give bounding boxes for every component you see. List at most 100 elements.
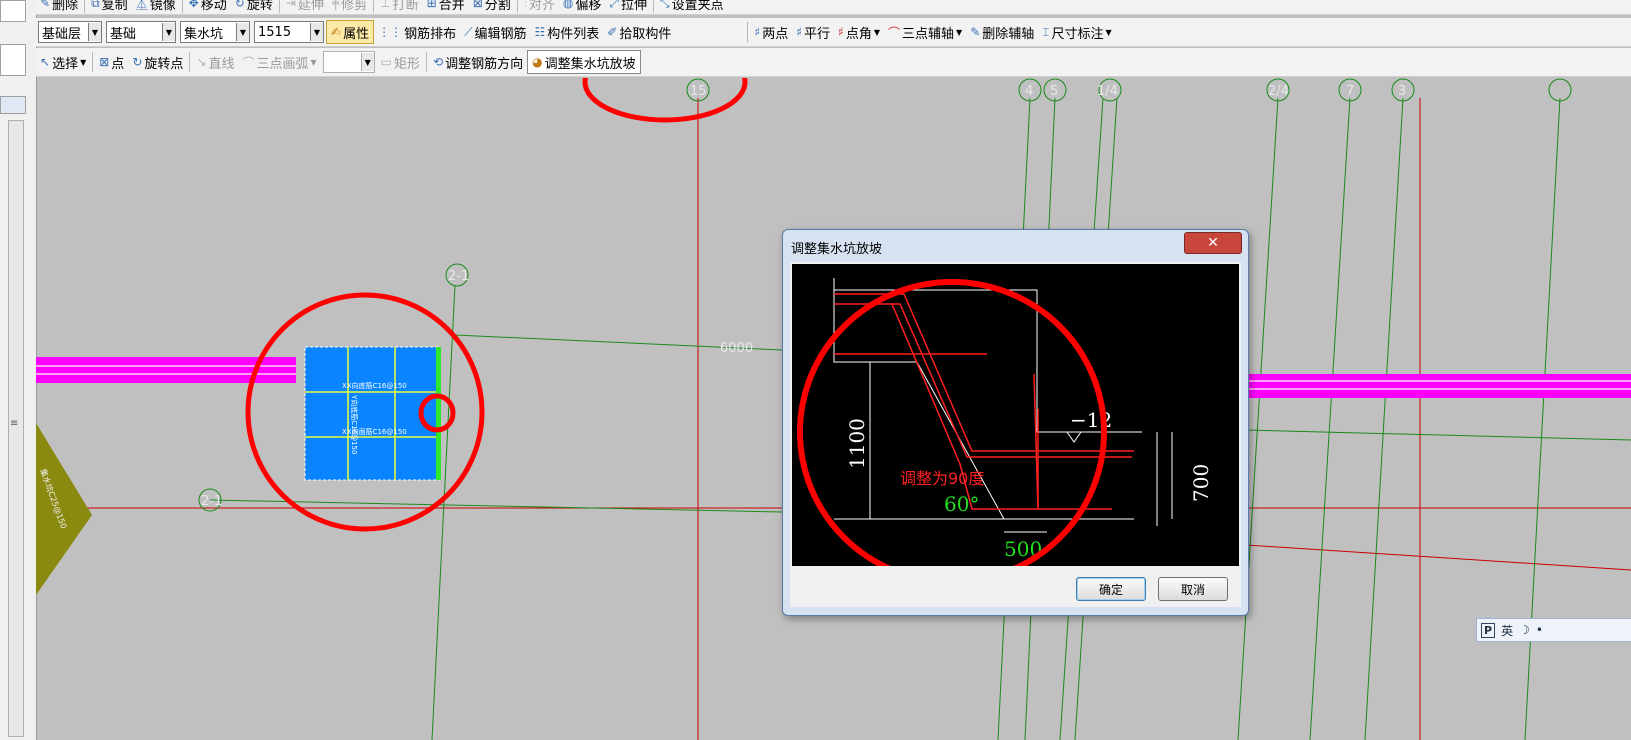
adjust-rebar-icon: ⟲ xyxy=(433,55,444,69)
rotate-point-icon: ↻ xyxy=(132,55,143,69)
rotate-button[interactable]: ↻ 旋转 xyxy=(231,0,277,14)
copy-button[interactable]: ⧉ 复制 xyxy=(87,0,132,14)
floor-combo[interactable]: 基础层 ▼ xyxy=(38,21,102,43)
draw-toolbar: ↖ 选择 ▼ ⊠ 点 ↻ 旋转点 ↘ 直线 ⌒ 三点画弧 ▼ ▼ ▭ 矩形 ⟲ 调整钢筋方向 ◕ 调… xyxy=(36,48,1631,77)
dimension-label: 6000 xyxy=(720,341,753,356)
type-combo[interactable]: 集水坑 ▼ xyxy=(180,21,250,43)
footing-shape xyxy=(36,423,92,595)
mirror-button[interactable]: ⏅ 镜像 xyxy=(132,0,180,14)
adjust-pit-slope-button[interactable]: ◕ 调整集水坑放坡 xyxy=(527,50,641,74)
move-icon: ✥ xyxy=(188,0,199,10)
stretch-button[interactable]: ⤢ 拉伸 xyxy=(605,0,651,14)
angle-60: 60° xyxy=(944,492,979,516)
mirror-icon: ⏅ xyxy=(135,0,148,11)
axis-label: 3 xyxy=(1398,84,1406,99)
component-toolbar: 基础层 ▼ 基础 ▼ 集水坑 ▼ 1515 ▼ ✍ 属性 ⋮⋮ 钢筋排布 ⟋ 编辑钢筋 ☷ 构件… xyxy=(36,18,1631,47)
rect-button[interactable]: ▭ 矩形 xyxy=(377,51,424,73)
rotate-point-button[interactable]: ↻ 旋转点 xyxy=(128,51,187,73)
axis-label: 2-1 xyxy=(201,494,222,509)
merge-icon: ⊞ xyxy=(426,0,437,10)
toolbar-separator xyxy=(426,52,428,72)
dimension-button[interactable]: ⌶ 尺寸标注 ▼ xyxy=(1038,21,1115,43)
chevron-down-icon: ▼ xyxy=(1105,27,1112,37)
axis-label: 2/4 xyxy=(1268,84,1289,99)
rebar-layout-button[interactable]: ⋮⋮ 钢筋排布 xyxy=(374,21,460,43)
axis-label: 1/4 xyxy=(1097,84,1118,99)
delete-aux-icon: ✎ xyxy=(970,25,981,39)
pick-component-button[interactable]: ✐ 拾取构件 xyxy=(603,21,675,43)
trim-button[interactable]: ╪ 修剪 xyxy=(328,0,371,14)
left-panel-tab-3[interactable] xyxy=(0,96,26,114)
rect-icon: ▭ xyxy=(380,55,392,69)
ime-status-bar[interactable]: P 英 ☽ • xyxy=(1476,618,1631,642)
align-button[interactable]: ⫶ 对齐 xyxy=(520,0,559,14)
axis-label: 5 xyxy=(1050,84,1058,99)
extend-button[interactable]: ⇥ 延伸 xyxy=(282,0,328,14)
delete-button[interactable]: ✎ 删除 xyxy=(36,0,82,14)
toolbar-separator xyxy=(747,22,749,42)
dot-icon[interactable]: • xyxy=(1536,623,1543,637)
set-grip-button[interactable]: ⤡ 设置夹点 xyxy=(656,0,728,14)
two-point-icon: ♯ xyxy=(754,25,761,39)
copy-icon: ⧉ xyxy=(91,0,100,10)
toolbar-separator xyxy=(373,0,375,13)
splitter-grip-icon[interactable]: ≡ xyxy=(10,418,18,429)
align-icon: ⫶ xyxy=(523,0,527,10)
adjust-note: 调整为90度 xyxy=(900,469,984,488)
merge-button[interactable]: ⊞ 合并 xyxy=(423,0,469,14)
cursor-icon: ↖ xyxy=(40,55,51,69)
toolbar-separator xyxy=(189,52,191,72)
dim-1100: 1100 xyxy=(845,418,869,469)
adjust-slope-icon: ◕ xyxy=(532,55,543,69)
left-panel-tab[interactable] xyxy=(0,0,26,22)
moon-icon[interactable]: ☽ xyxy=(1519,623,1530,637)
close-button[interactable]: ✕ xyxy=(1184,232,1242,254)
move-button[interactable]: ✥ 移动 xyxy=(185,0,231,14)
dimension-icon: ⌶ xyxy=(1042,24,1050,39)
pit-rebar-text: XX向底筋C16@150 xyxy=(342,381,407,390)
parallel-icon: ♯ xyxy=(796,25,803,39)
chevron-down-icon: ▼ xyxy=(956,27,963,37)
split-button[interactable]: ⊠ 分割 xyxy=(469,0,515,14)
pick-icon: ✐ xyxy=(607,25,618,39)
pit-rebar-text: Y向底筋C16@150 xyxy=(350,394,359,454)
point-button[interactable]: ⊠ 点 xyxy=(95,51,128,73)
properties-button[interactable]: ✍ 属性 xyxy=(326,20,375,44)
dialog-body: 1100 −12 700 调整为90度 60° 500 确定 取消 xyxy=(790,262,1241,607)
point-angle-aux-button[interactable]: ♯ 点角 ▼ xyxy=(834,21,884,43)
category-combo[interactable]: 基础 ▼ xyxy=(106,21,176,43)
axis-label: 2-1 xyxy=(448,269,469,284)
cancel-button[interactable]: 取消 xyxy=(1158,577,1228,601)
break-button[interactable]: ⊥ 打断 xyxy=(376,0,422,14)
left-panel-tab-2[interactable] xyxy=(0,44,26,76)
chevron-down-icon: ▼ xyxy=(310,23,323,41)
select-button[interactable]: ↖ 选择 ▼ xyxy=(36,51,90,73)
delete-aux-button[interactable]: ✎ 删除辅轴 xyxy=(966,21,1038,43)
offset-button[interactable]: ◍ 偏移 xyxy=(559,0,606,14)
edit-rebar-button[interactable]: ⟋ 编辑钢筋 xyxy=(460,21,530,43)
component-list-button[interactable]: ☷ 构件列表 xyxy=(531,21,604,43)
chevron-down-icon: ▼ xyxy=(80,57,87,67)
rebar-layout-icon: ⋮⋮ xyxy=(378,25,403,39)
toolbar-separator xyxy=(92,52,94,72)
two-point-aux-button[interactable]: ♯ 两点 xyxy=(750,21,792,43)
edit-rebar-icon: ⟋ xyxy=(464,24,473,39)
axis-label: 4 xyxy=(1025,84,1033,99)
ime-language[interactable]: 英 xyxy=(1501,622,1513,639)
ok-button[interactable]: 确定 xyxy=(1076,577,1146,601)
arc-button[interactable]: ⌒ 三点画弧 ▼ xyxy=(238,51,320,73)
dialog-title: 调整集水坑放坡 xyxy=(791,242,883,257)
chevron-down-icon: ▼ xyxy=(236,23,249,41)
set-grip-icon: ⤡ xyxy=(659,0,670,10)
line-button[interactable]: ↘ 直线 xyxy=(192,51,238,73)
arc-combo[interactable]: ▼ xyxy=(322,51,375,73)
adjust-rebar-direction-button[interactable]: ⟲ 调整钢筋方向 xyxy=(429,51,527,73)
name-combo[interactable]: 1515 ▼ xyxy=(254,21,324,43)
rotate-icon: ↻ xyxy=(234,0,245,10)
point-angle-icon: ♯ xyxy=(838,25,844,39)
three-point-aux-button[interactable]: ⌒ 三点辅轴 ▼ xyxy=(884,21,966,43)
properties-icon: ✍ xyxy=(331,25,342,39)
slope-diagram[interactable]: 1100 −12 700 调整为90度 60° 500 xyxy=(792,264,1239,566)
parallel-aux-button[interactable]: ♯ 平行 xyxy=(792,21,834,43)
line-icon: ↘ xyxy=(196,55,207,69)
